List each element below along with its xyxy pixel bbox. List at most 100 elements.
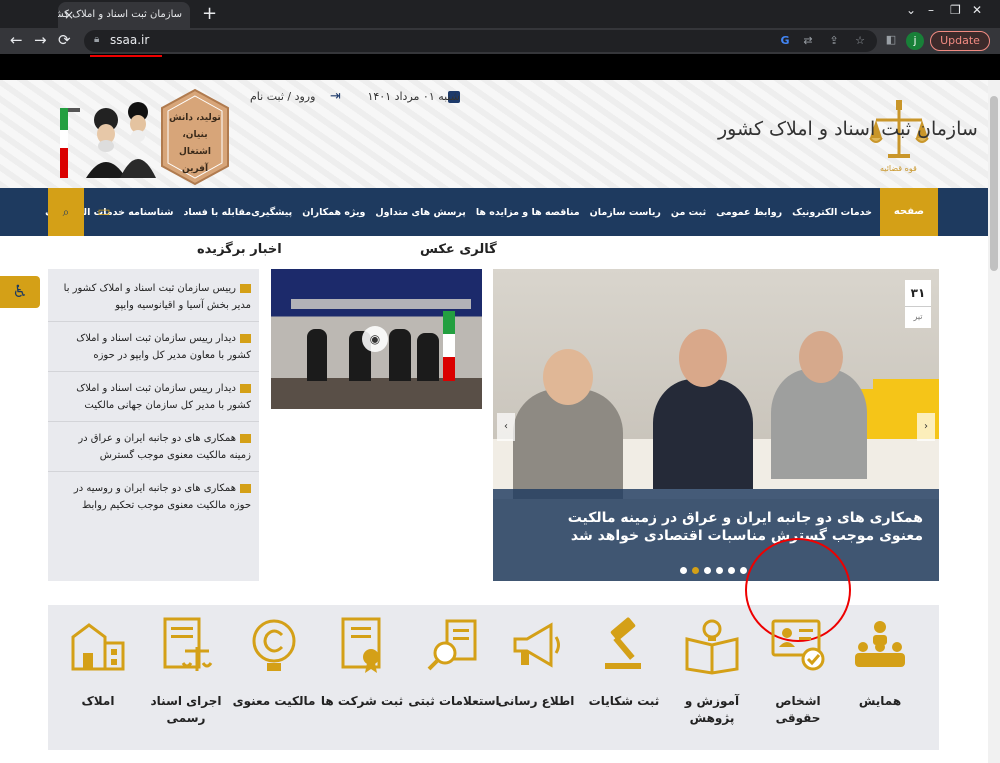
- search-icon[interactable]: ⌕: [48, 188, 84, 236]
- education-icon: [685, 619, 739, 675]
- nav-items: خدمات الکترونیک روابط عمومی ثبت من ریاست…: [45, 188, 878, 236]
- new-tab-button[interactable]: +: [202, 3, 217, 24]
- service-information[interactable]: اطلاع رسانی: [490, 617, 582, 742]
- nav-item-public-relations[interactable]: روابط عمومی: [716, 207, 782, 218]
- gallery-banner: [291, 299, 471, 309]
- nav-item-staff[interactable]: ویژه همکاران: [302, 207, 365, 218]
- tab-title: سازمان ثبت اسناد و املاک کشور: [58, 9, 182, 20]
- gallery-figure: [307, 329, 327, 381]
- service-inquiries[interactable]: استعلامات ثبتی: [408, 617, 500, 742]
- slide-figure: [543, 349, 593, 405]
- leaders-portrait: [60, 102, 156, 178]
- org-title[interactable]: سازمان ثبت اسناد و املاک کشور: [718, 118, 978, 140]
- news-bullet-icon: [240, 333, 251, 343]
- news-item[interactable]: دیدار رییس سازمان ثبت اسناد و املاک کشور…: [48, 322, 259, 372]
- nav-item-anti-corruption[interactable]: پیشگیری‌مقابله با فساد: [184, 207, 293, 218]
- google-icon[interactable]: G: [778, 34, 792, 48]
- megaphone-icon: [513, 622, 560, 668]
- news-bullet-icon: [240, 383, 251, 393]
- bookmark-star-icon[interactable]: ☆: [853, 34, 867, 48]
- iran-flag: [443, 311, 455, 381]
- service-label: استعلامات ثبتی: [408, 694, 500, 708]
- back-icon[interactable]: ←: [10, 31, 23, 49]
- news-item[interactable]: دیدار رییس سازمان ثبت اسناد و املاک کشور…: [48, 372, 259, 422]
- slider-dots: [680, 567, 747, 574]
- tab-search-icon[interactable]: ⌄: [906, 3, 916, 17]
- close-tab-icon[interactable]: ×: [64, 8, 74, 22]
- browser-tab[interactable]: × سازمان ثبت اسناد و املاک کشور: [58, 2, 190, 28]
- slider-prev-arrow[interactable]: ‹: [497, 413, 515, 441]
- translate-icon[interactable]: ⇄: [801, 34, 815, 48]
- service-label: اجرای اسناد رسمی: [150, 694, 222, 725]
- scrollbar-thumb[interactable]: [990, 96, 998, 271]
- gallery-section-title: گالری عکس: [420, 242, 497, 257]
- photo-gallery-image[interactable]: ◉: [271, 269, 482, 409]
- service-legal-entities[interactable]: اشخاص حقوقی: [752, 617, 844, 742]
- nav-item-faq[interactable]: پرسش های متداول: [375, 207, 465, 218]
- slider-dot[interactable]: [704, 567, 711, 574]
- slide-figure: [799, 331, 843, 383]
- slider-next-arrow[interactable]: ›: [917, 413, 935, 441]
- service-company-registration[interactable]: ثبت شرکت ها: [316, 617, 408, 742]
- service-document-enforcement[interactable]: اجرای اسناد رسمی: [140, 617, 232, 742]
- login-icon[interactable]: ⇥: [330, 89, 341, 104]
- document-scale-icon: [163, 617, 213, 671]
- news-item[interactable]: همکاری های دو جانبه ایران و عراق در زمین…: [48, 422, 259, 472]
- share-icon[interactable]: ⇪: [827, 34, 841, 48]
- gavel-icon: [605, 617, 641, 669]
- news-item[interactable]: همکاری های دو جانبه ایران و روسیه در حوز…: [48, 472, 259, 522]
- slide-date-badge: ۳۱ تیر: [905, 280, 931, 328]
- slider-dot[interactable]: [680, 567, 687, 574]
- side-panel-icon[interactable]: ◧: [884, 33, 898, 47]
- service-label: ثبت شرکت ها: [320, 694, 404, 708]
- slide-date-day: ۳۱: [910, 286, 926, 300]
- copyright-icon: [252, 619, 296, 671]
- slider-dot[interactable]: [728, 567, 735, 574]
- news-bullet-icon: [240, 283, 251, 293]
- nav-item-presidency[interactable]: ریاست سازمان: [590, 207, 661, 218]
- slide-date-month: تیر: [905, 306, 931, 327]
- slider-dot[interactable]: [740, 567, 747, 574]
- lock-icon[interactable]: 🔒︎: [94, 34, 102, 45]
- service-education[interactable]: آموزش و پژوهش: [666, 617, 758, 742]
- service-properties[interactable]: املاک: [52, 617, 144, 742]
- accessibility-icon[interactable]: ♿︎: [0, 276, 40, 308]
- inquiry-icon: [427, 619, 477, 671]
- service-complaints[interactable]: ثبت شکایات: [578, 617, 670, 742]
- slider-dot[interactable]: [692, 567, 699, 574]
- nav-item-tenders[interactable]: مناقصه ها و مزایده ها: [476, 207, 580, 218]
- current-date: شنبه ۰۱ مرداد ۱۴۰۱: [367, 90, 460, 103]
- close-window-icon[interactable]: ✕: [972, 3, 982, 17]
- camera-icon[interactable]: ◉: [362, 326, 388, 352]
- conference-icon: [855, 621, 905, 667]
- update-button[interactable]: Update: [930, 31, 990, 51]
- news-section-title: اخبار برگزیده: [197, 242, 282, 257]
- restore-icon[interactable]: ❐: [950, 3, 961, 17]
- service-intellectual-property[interactable]: مالکیت معنوی: [228, 617, 320, 742]
- profile-avatar[interactable]: j: [906, 32, 924, 50]
- reload-icon[interactable]: ⟳: [58, 31, 71, 49]
- nav-item-sabt-man[interactable]: ثبت من: [671, 207, 706, 218]
- service-label: مالکیت معنوی: [232, 694, 316, 708]
- news-item[interactable]: رییس سازمان ثبت اسناد و املاک کشور با مد…: [48, 272, 259, 322]
- forward-icon[interactable]: →: [34, 31, 47, 49]
- laptop-icon[interactable]: ▭: [88, 196, 120, 228]
- nav-home[interactable]: صفحه اصلی: [880, 188, 938, 265]
- minimize-icon[interactable]: –: [928, 3, 934, 17]
- service-label: اشخاص حقوقی: [775, 694, 821, 725]
- gallery-figure: [417, 333, 439, 381]
- legal-entity-icon: [771, 619, 825, 671]
- slide-caption[interactable]: همکاری های دو جانبه ایران و عراق در زمین…: [533, 509, 923, 545]
- service-label: آموزش و پژوهش: [684, 694, 740, 725]
- address-bar[interactable]: [84, 30, 877, 52]
- slider-dot[interactable]: [716, 567, 723, 574]
- url-highlight-underline: [90, 55, 162, 57]
- nav-item-e-services[interactable]: خدمات الکترونیک: [792, 207, 872, 218]
- service-label: همایش: [858, 694, 902, 708]
- news-slider[interactable]: همکاری های دو جانبه ایران و عراق در زمین…: [493, 269, 939, 581]
- service-conference[interactable]: همایش: [834, 617, 926, 742]
- service-label: ثبت شکایات: [588, 694, 660, 708]
- news-bullet-icon: [240, 483, 251, 493]
- url-text[interactable]: ssaa.ir: [110, 33, 149, 47]
- login-register-link[interactable]: ورود / ثبت نام: [250, 90, 315, 103]
